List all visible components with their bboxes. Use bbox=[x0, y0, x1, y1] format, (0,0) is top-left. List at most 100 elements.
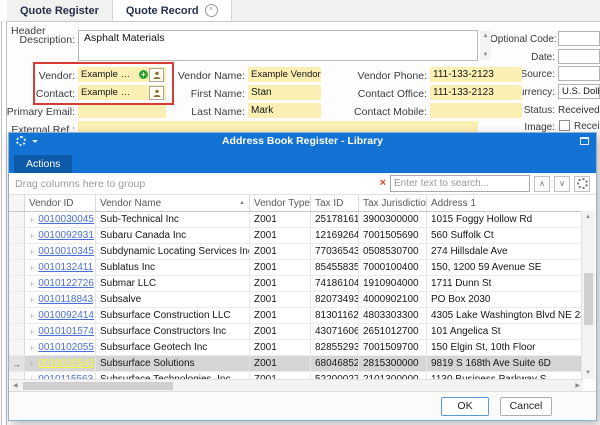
expand-icon[interactable]: + bbox=[29, 343, 34, 353]
grid-cell: Z001 bbox=[250, 340, 311, 355]
tab-label: Quote Record bbox=[126, 1, 199, 21]
vendor-id-link[interactable]: 0010118843 bbox=[38, 294, 93, 305]
row-indicator bbox=[9, 212, 25, 227]
scroll-down-icon[interactable]: ▼ bbox=[480, 52, 491, 58]
grid-cell: Sub-Technical Inc bbox=[96, 212, 250, 227]
vendor-phone-label: Vendor Phone: bbox=[330, 70, 427, 82]
grid-cell: 430716061 bbox=[311, 324, 359, 339]
expand-icon[interactable]: + bbox=[29, 279, 34, 289]
dialog-title-bar[interactable]: Address Book Register - Library bbox=[9, 133, 596, 149]
table-row[interactable]: +0010132411Sublatus IncZ0018545583507000… bbox=[9, 260, 583, 276]
primary-email-field[interactable] bbox=[78, 103, 166, 118]
expand-icon[interactable]: + bbox=[29, 215, 34, 225]
grid-cell: 4000902100 bbox=[359, 292, 427, 307]
scroll-right-icon[interactable]: ▶ bbox=[575, 382, 580, 389]
grid-settings-button[interactable] bbox=[574, 176, 590, 192]
table-row[interactable]: +0010010345Subdynamic Locating Services … bbox=[9, 244, 583, 260]
vendor-id-link[interactable]: 0010030045 bbox=[38, 214, 94, 225]
vendor-name-field[interactable]: Example Vendor 2 bbox=[248, 67, 321, 82]
grid-cell: PO Box 2030 bbox=[427, 292, 583, 307]
table-row[interactable]: +0010102055Subsurface Geotech IncZ001828… bbox=[9, 340, 583, 356]
date-label: Date: bbox=[490, 52, 555, 63]
scroll-left-icon[interactable]: ◀ bbox=[13, 382, 18, 389]
vendor-id-link[interactable]: 0010092414 bbox=[38, 310, 94, 321]
tab-quote-record[interactable]: Quote Record × bbox=[113, 0, 232, 21]
grid-cell: Submar LLC bbox=[96, 276, 250, 291]
vertical-scrollbar[interactable]: ▲ ▼ bbox=[581, 211, 595, 379]
optional-code-field[interactable] bbox=[558, 31, 600, 46]
ribbon: Actions bbox=[9, 149, 596, 173]
column-header-address-1[interactable]: Address 1 bbox=[427, 195, 583, 211]
scroll-up-icon[interactable]: ▲ bbox=[480, 33, 491, 39]
scroll-down-icon[interactable]: ▼ bbox=[582, 370, 594, 376]
image-checkbox[interactable] bbox=[559, 120, 570, 131]
expand-icon[interactable]: + bbox=[29, 247, 34, 257]
ok-button[interactable]: OK bbox=[441, 397, 489, 416]
grid-cell: Z001 bbox=[250, 228, 311, 243]
dialog-title: Address Book Register - Library bbox=[9, 135, 596, 147]
contact-mobile-label: Contact Mobile: bbox=[330, 106, 427, 118]
vendor-id-link[interactable]: 0010101574 bbox=[38, 326, 94, 337]
vendor-id-link[interactable]: 0010132411 bbox=[38, 262, 93, 273]
status-value: Received bbox=[558, 105, 600, 116]
grid-cell: 2815300000 bbox=[359, 356, 427, 371]
source-field[interactable] bbox=[558, 66, 600, 81]
column-header-tax-id[interactable]: Tax ID bbox=[311, 195, 359, 211]
row-indicator: → bbox=[9, 356, 25, 371]
expand-icon[interactable]: + bbox=[29, 327, 34, 337]
description-label: Description: bbox=[0, 34, 75, 46]
description-field[interactable]: Asphalt Materials bbox=[78, 30, 478, 61]
column-header-vendor-id[interactable]: Vendor ID bbox=[25, 195, 96, 211]
vertical-scrollbar-thumb[interactable] bbox=[584, 273, 593, 325]
table-row[interactable]: +0010118843SubsalveZ00182073493140009021… bbox=[9, 292, 583, 308]
vendor-id-link[interactable]: 0010122726 bbox=[38, 278, 94, 289]
grid-cell: 150 Elgin St, 10th Floor bbox=[427, 340, 583, 355]
column-header-vendor-name[interactable]: Vendor Name ▲ bbox=[96, 195, 250, 211]
vendor-id-link[interactable]: 0010010345 bbox=[38, 246, 94, 257]
vendor-phone-field[interactable]: 111-133-2123 bbox=[430, 67, 522, 82]
vendor-id-link[interactable]: 0010092931 bbox=[38, 230, 94, 241]
table-row[interactable]: +0010101574Subsurface Constructors IncZ0… bbox=[9, 324, 583, 340]
grid-header-row: Vendor ID Vendor Name ▲ Vendor Type Tax … bbox=[9, 195, 583, 212]
date-field[interactable] bbox=[558, 49, 600, 64]
table-row[interactable]: →+0010020543Subsurface SolutionsZ0016804… bbox=[9, 356, 583, 372]
table-row[interactable]: +0010092931Subaru Canada IncZ00112169264… bbox=[9, 228, 583, 244]
tab-quote-register[interactable]: Quote Register bbox=[7, 0, 113, 21]
row-indicator bbox=[9, 292, 25, 307]
contact-office-field[interactable]: 111-133-2123 bbox=[430, 85, 522, 100]
search-prev-button[interactable]: ∧ bbox=[534, 176, 550, 192]
scroll-up-icon[interactable]: ▲ bbox=[582, 214, 594, 220]
contact-mobile-field[interactable] bbox=[430, 103, 522, 118]
description-scrollbar[interactable]: ▲ ▼ bbox=[480, 31, 491, 60]
column-header-tax-jurisdiction[interactable]: Tax Jurisdiction bbox=[359, 195, 427, 211]
grid-cell: 274 Hillsdale Ave bbox=[427, 244, 583, 259]
cancel-button[interactable]: Cancel bbox=[500, 397, 552, 416]
expand-icon[interactable]: + bbox=[29, 263, 34, 273]
clear-search-icon[interactable]: × bbox=[380, 178, 386, 189]
table-row[interactable]: +0010030045Sub-Technical IncZ00125178161… bbox=[9, 212, 583, 228]
close-icon[interactable]: × bbox=[205, 4, 218, 17]
dialog-footer: OK Cancel bbox=[9, 391, 596, 420]
grid-cell: 828552935 bbox=[311, 340, 359, 355]
grid-cell: 854558350 bbox=[311, 260, 359, 275]
last-name-field[interactable]: Mark bbox=[248, 103, 321, 118]
table-row[interactable]: +0010122726Submar LLCZ001741861041191090… bbox=[9, 276, 583, 292]
grid-cell: 9819 S 168th Ave Suite 6D bbox=[427, 356, 583, 371]
vendor-id-link[interactable]: 0010020543 bbox=[38, 358, 94, 369]
tab-label: Quote Register bbox=[20, 1, 99, 21]
expand-icon[interactable]: + bbox=[29, 295, 34, 305]
expand-icon[interactable]: + bbox=[29, 359, 34, 369]
vendor-id-link[interactable]: 0010102055 bbox=[38, 342, 94, 353]
first-name-field[interactable]: Stan bbox=[248, 85, 321, 100]
grid-cell: 251781619 bbox=[311, 212, 359, 227]
currency-dropdown[interactable]: U.S. Dollar bbox=[558, 84, 600, 99]
expand-icon[interactable]: + bbox=[29, 311, 34, 321]
expand-icon[interactable]: + bbox=[29, 231, 34, 241]
table-row[interactable]: +0010092414Subsurface Construction LLCZ0… bbox=[9, 308, 583, 324]
highlight-rectangle bbox=[33, 62, 174, 105]
search-input[interactable] bbox=[390, 175, 530, 192]
column-header-vendor-type[interactable]: Vendor Type bbox=[250, 195, 311, 211]
horizontal-scrollbar-thumb[interactable] bbox=[23, 382, 173, 390]
search-next-button[interactable]: ∨ bbox=[554, 176, 570, 192]
tab-actions[interactable]: Actions bbox=[14, 155, 72, 173]
